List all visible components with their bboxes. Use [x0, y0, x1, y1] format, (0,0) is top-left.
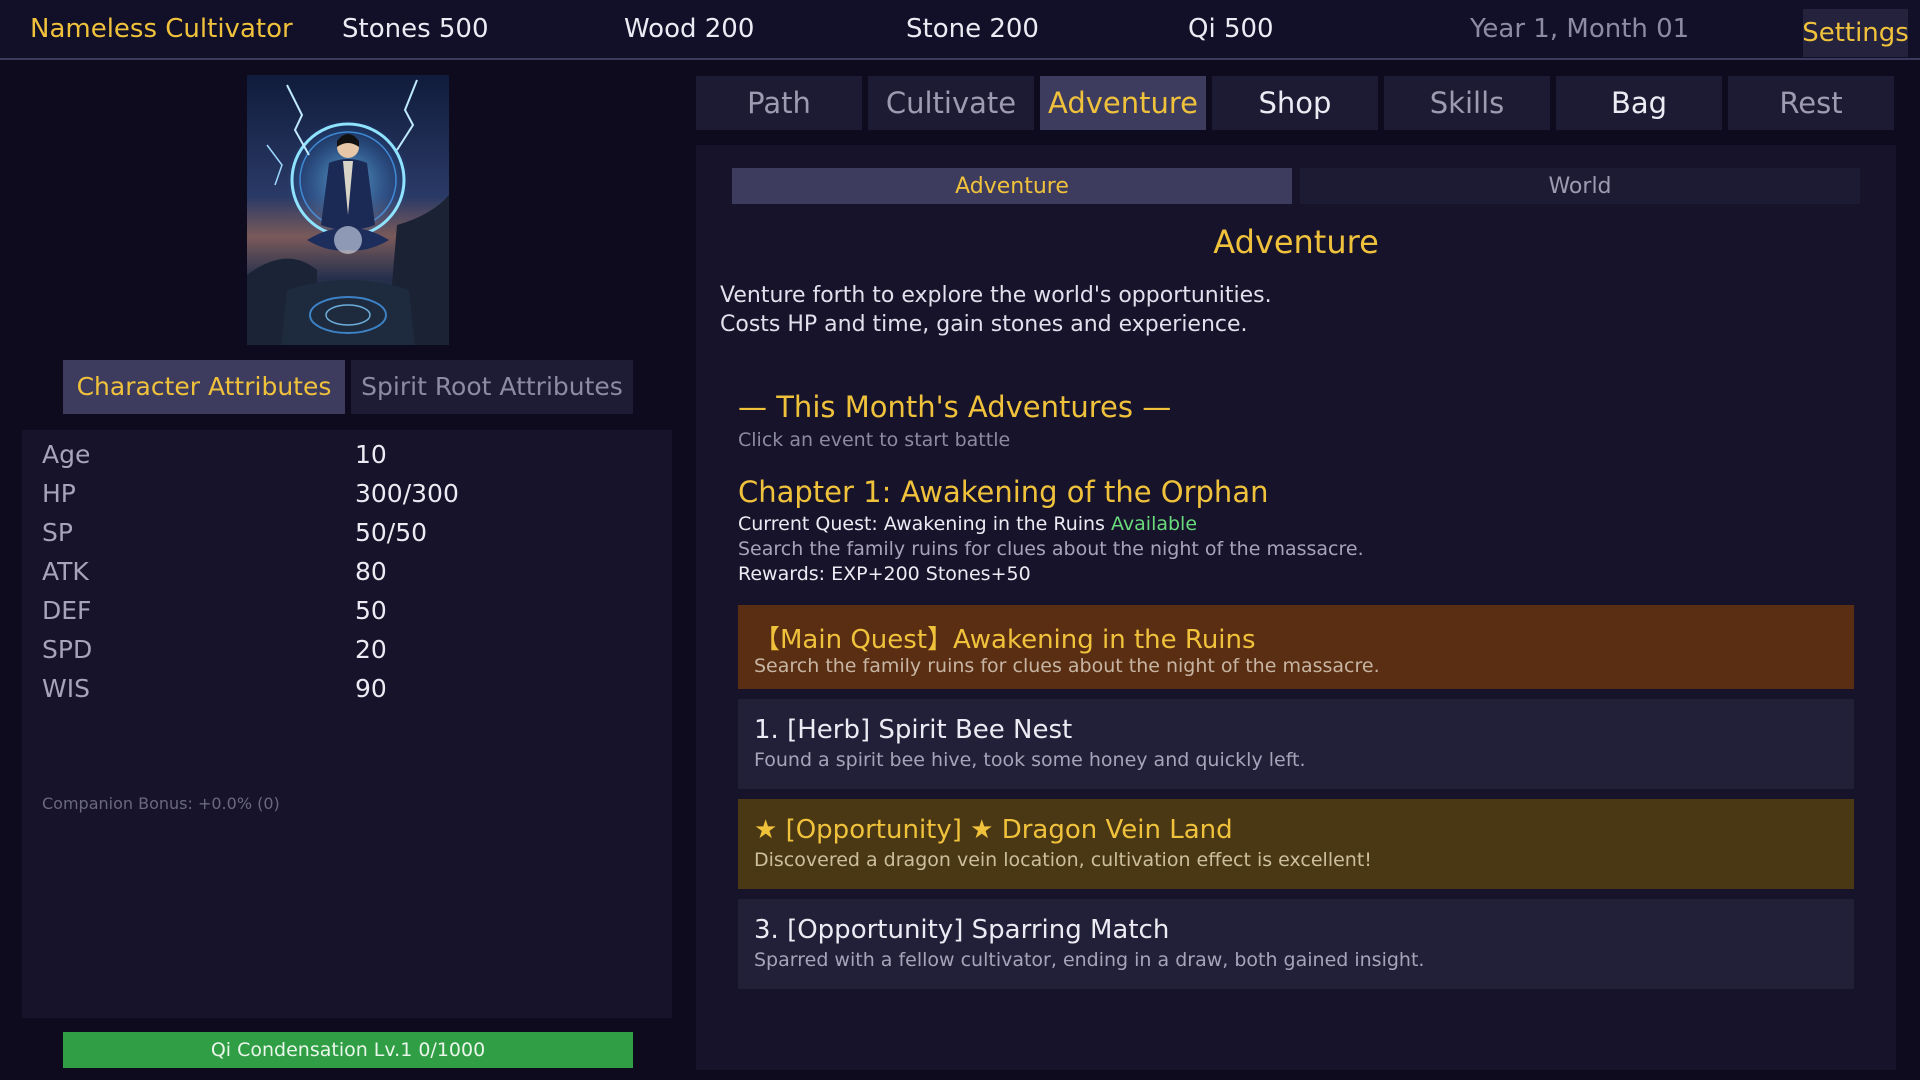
tab-cultivate[interactable]: Cultivate [868, 76, 1034, 130]
month-adventures-heading: — This Month's Adventures — [738, 390, 1172, 424]
event-description: Search the family ruins for clues about … [754, 655, 1380, 677]
subtab-world[interactable]: World [1300, 168, 1860, 204]
adventure-panel: Adventure World Adventure Venture forth … [696, 145, 1896, 1070]
attribute-panel: Age 10 HP 300/300 SP 50/50 ATK 80 DEF 50… [22, 430, 672, 1018]
attr-value: 50 [355, 596, 387, 625]
attr-value: 90 [355, 674, 387, 703]
description-line: Costs HP and time, gain stones and exper… [720, 312, 1248, 337]
event-title: ★ [Opportunity] ★ Dragon Vein Land [754, 815, 1233, 845]
wood-counter: Wood 200 [624, 14, 755, 44]
attr-value: 300/300 [355, 479, 459, 508]
companion-bonus: Companion Bonus: +0.0% (0) [42, 794, 280, 813]
quest-description: Search the family ruins for clues about … [738, 538, 1364, 560]
description-line: Venture forth to explore the world's opp… [720, 283, 1272, 308]
cultivator-portrait-image [247, 75, 449, 345]
chapter-title: Chapter 1: Awakening of the Orphan [738, 475, 1269, 509]
attr-row-wis: WIS 90 [42, 674, 642, 710]
tab-spirit-root-attributes[interactable]: Spirit Root Attributes [351, 360, 633, 414]
tab-skills[interactable]: Skills [1384, 76, 1550, 130]
event-description: Found a spirit bee hive, took some honey… [754, 749, 1306, 771]
attr-row-atk: ATK 80 [42, 557, 642, 593]
tab-bag[interactable]: Bag [1556, 76, 1722, 130]
tab-character-attributes[interactable]: Character Attributes [63, 360, 345, 414]
cultivation-progress-bar: Qi Condensation Lv.1 0/1000 [63, 1032, 633, 1068]
current-quest-label: Current Quest: Awakening in the Ruins [738, 513, 1105, 535]
character-portrait [247, 75, 449, 345]
tab-adventure[interactable]: Adventure [1040, 76, 1206, 130]
attr-label: ATK [42, 557, 89, 586]
adventure-description: Venture forth to explore the world's opp… [720, 281, 1272, 339]
tab-shop[interactable]: Shop [1212, 76, 1378, 130]
month-adventures-hint: Click an event to start battle [738, 429, 1011, 451]
attr-label: SPD [42, 635, 93, 664]
attr-label: SP [42, 518, 73, 547]
cultivation-progress-label: Qi Condensation Lv.1 0/1000 [210, 1039, 486, 1061]
attr-row-hp: HP 300/300 [42, 479, 642, 515]
attr-label: Age [42, 440, 91, 469]
attr-value: 20 [355, 635, 387, 664]
stone-counter: Stone 200 [906, 14, 1039, 44]
event-title: 1. [Herb] Spirit Bee Nest [754, 715, 1073, 745]
main-tabs: Path Cultivate Adventure Shop Skills Bag… [696, 76, 1896, 130]
event-spirit-bee-nest[interactable]: 1. [Herb] Spirit Bee Nest Found a spirit… [738, 699, 1854, 789]
quest-status: Available [1111, 513, 1198, 535]
player-name: Nameless Cultivator [30, 14, 293, 44]
stones-counter: Stones 500 [342, 14, 489, 44]
attr-row-def: DEF 50 [42, 596, 642, 632]
subtab-adventure[interactable]: Adventure [732, 168, 1292, 204]
attr-value: 10 [355, 440, 387, 469]
event-description: Sparred with a fellow cultivator, ending… [754, 949, 1425, 971]
attribute-tabs: Character Attributes Spirit Root Attribu… [63, 360, 633, 414]
quest-rewards: Rewards: EXP+200 Stones+50 [738, 563, 1031, 585]
event-description: Discovered a dragon vein location, culti… [754, 849, 1372, 871]
settings-button[interactable]: Settings [1802, 9, 1909, 57]
event-title: 【Main Quest】Awakening in the Ruins [754, 625, 1256, 655]
page-title: Adventure [1213, 223, 1379, 261]
tab-path[interactable]: Path [696, 76, 862, 130]
attr-row-sp: SP 50/50 [42, 518, 642, 554]
event-sparring-match[interactable]: 3. [Opportunity] Sparring Match Sparred … [738, 899, 1854, 989]
attr-value: 50/50 [355, 518, 428, 547]
event-title: 3. [Opportunity] Sparring Match [754, 915, 1170, 945]
event-dragon-vein-land[interactable]: ★ [Opportunity] ★ Dragon Vein Land Disco… [738, 799, 1854, 889]
current-quest: Current Quest: Awakening in the Ruins Av… [738, 513, 1197, 535]
attr-value: 80 [355, 557, 387, 586]
qi-counter: Qi 500 [1188, 14, 1274, 44]
top-bar: Nameless Cultivator Stones 500 Wood 200 … [0, 0, 1920, 60]
attr-label: WIS [42, 674, 90, 703]
attr-label: HP [42, 479, 76, 508]
attr-row-spd: SPD 20 [42, 635, 642, 671]
game-date: Year 1, Month 01 [1470, 14, 1690, 44]
attr-row-age: Age 10 [42, 440, 642, 476]
event-main-quest[interactable]: 【Main Quest】Awakening in the Ruins Searc… [738, 605, 1854, 689]
tab-rest[interactable]: Rest [1728, 76, 1894, 130]
attr-label: DEF [42, 596, 92, 625]
